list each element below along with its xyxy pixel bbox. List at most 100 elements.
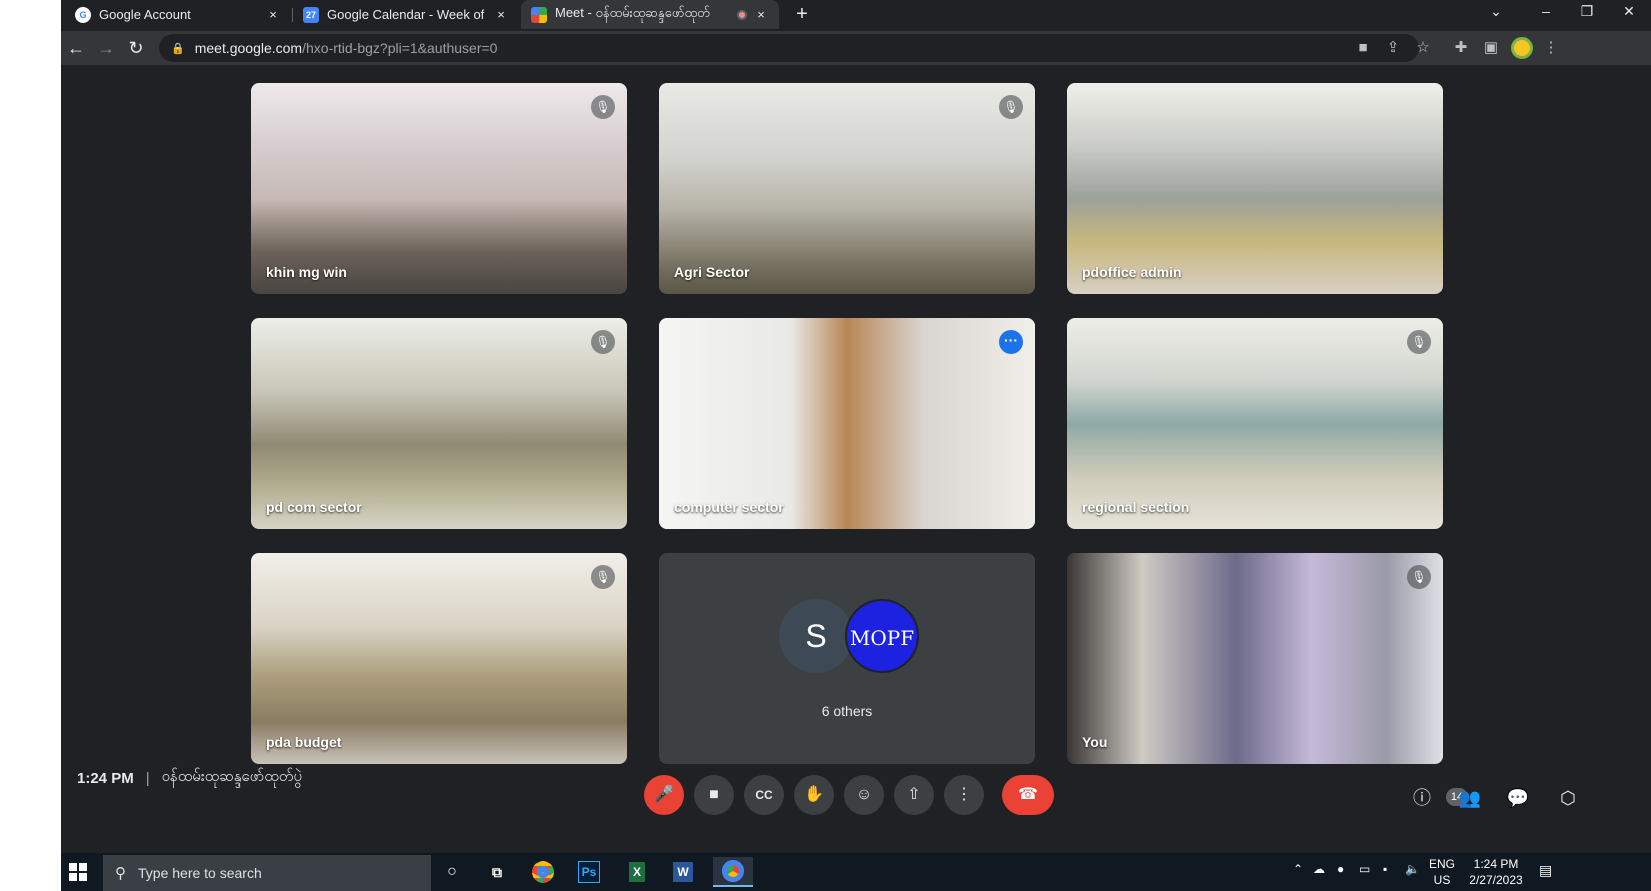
others-tile[interactable]: S MOPF 6 others	[659, 553, 1035, 764]
lock-icon: 🔒	[171, 42, 185, 55]
browser-menu-icon[interactable]: ⋮	[1539, 36, 1563, 60]
address-bar[interactable]: 🔒 meet.google.com /hxo-rtid-bgz?pli=1&au…	[159, 34, 1419, 62]
video-feed	[251, 83, 627, 294]
back-icon[interactable]: ←	[63, 35, 89, 61]
tab-google-calendar[interactable]: 27 Google Calendar - Week of Febr ×	[293, 0, 519, 29]
url-host: meet.google.com	[194, 40, 303, 56]
bookmark-star-icon[interactable]: ☆	[1411, 36, 1435, 60]
avatar: S	[779, 599, 853, 673]
camera-icon: ■	[709, 786, 719, 803]
mopf-logo-avatar: MOPF	[845, 599, 919, 673]
participant-tile[interactable]: 🎙 regional section	[1067, 318, 1443, 529]
captions-button[interactable]: CC	[744, 775, 784, 815]
windows-start-icon[interactable]	[69, 863, 87, 881]
participant-name: khin mg win	[266, 264, 347, 280]
more-options-icon[interactable]: ···	[999, 330, 1023, 354]
camera-in-use-icon[interactable]: ■	[1351, 36, 1375, 60]
mic-off-icon: 🎙	[999, 95, 1023, 119]
camera-toggle-button[interactable]: ■	[694, 775, 734, 815]
mic-off-icon: 🎙	[1407, 565, 1431, 589]
task-view-icon[interactable]: ⧉	[481, 857, 513, 887]
extensions-icon[interactable]: ✚	[1449, 36, 1473, 60]
mic-off-icon: 🎤	[654, 786, 674, 803]
search-icon: ⚲	[115, 865, 126, 882]
google-g-icon: G	[75, 6, 91, 23]
participant-name: regional section	[1082, 499, 1190, 515]
chrome-taskbar-icon[interactable]	[527, 857, 559, 887]
leave-call-button[interactable]: ☎	[1002, 775, 1054, 815]
close-tab-icon[interactable]: ×	[753, 7, 769, 22]
tab-search-icon[interactable]: ⌄	[1476, 0, 1516, 29]
network-icon[interactable]: ▭	[1359, 862, 1370, 876]
close-window-button[interactable]: ✕	[1609, 0, 1649, 29]
participant-tile[interactable]: 🎙 khin mg win	[251, 83, 627, 294]
word-icon[interactable]: W	[667, 857, 699, 887]
more-options-icon: ⋮	[956, 786, 972, 803]
participant-tile[interactable]: 🎙 pd com sector	[251, 318, 627, 529]
chrome-active-taskbar-icon[interactable]	[713, 857, 753, 887]
forward-icon[interactable]: →	[93, 35, 119, 61]
taskbar-clock[interactable]: 1:24 PM 2/27/2023	[1461, 856, 1531, 888]
emoji-icon: ☺	[855, 786, 873, 803]
tab-strip: G Google Account × 27 Google Calendar - …	[61, 0, 1651, 31]
participant-tile-active-speaker[interactable]: ··· computer sector	[659, 318, 1035, 529]
tray-app-icon[interactable]: ▪	[1383, 862, 1387, 876]
volume-icon[interactable]: 🔈	[1405, 862, 1420, 876]
mic-toggle-button[interactable]: 🎤	[644, 775, 684, 815]
mic-off-icon: 🎙	[1407, 330, 1431, 354]
restore-button[interactable]: ❐	[1567, 0, 1607, 29]
side-panel-icon[interactable]: ▣	[1479, 36, 1503, 60]
tray-app-icon[interactable]: ●	[1337, 862, 1344, 876]
info-icon[interactable]: ⓘ	[1409, 785, 1435, 811]
meeting-name: ဝန်ထမ်းထုဆန္ဒဖော်ထုတ်ပွဲ	[161, 768, 302, 785]
photoshop-icon[interactable]: Ps	[573, 857, 605, 887]
present-button[interactable]: ⇧	[894, 775, 934, 815]
mic-off-icon: 🎙	[591, 565, 615, 589]
minimize-button[interactable]: –	[1526, 0, 1566, 29]
cortana-icon[interactable]: ○	[436, 857, 468, 887]
raise-hand-button[interactable]: ✋	[794, 775, 834, 815]
participant-tile[interactable]: pdoffice admin	[1067, 83, 1443, 294]
mic-off-icon: 🎙	[591, 95, 615, 119]
people-icon[interactable]: 👥	[1457, 785, 1483, 811]
notifications-icon[interactable]: ▤	[1539, 862, 1552, 879]
tab-google-account[interactable]: G Google Account ×	[65, 0, 291, 29]
meeting-info: 1:24 PM | ဝန်ထမ်းထုဆန္ဒဖော်ထုတ်ပွဲ	[77, 767, 302, 789]
excel-icon[interactable]: X	[621, 857, 653, 887]
share-icon[interactable]: ⇪	[1381, 36, 1405, 60]
mic-off-icon: 🎙	[591, 330, 615, 354]
reload-icon[interactable]: ↻	[123, 35, 149, 61]
participant-name: pdoffice admin	[1082, 264, 1182, 280]
video-feed	[251, 553, 627, 764]
chat-icon[interactable]: 💬	[1505, 785, 1531, 811]
video-feed	[659, 318, 1035, 529]
windows-taskbar: ⚲ Type here to search ○ ⧉ Ps X W ⌃ ☁ ● ▭…	[61, 853, 1651, 891]
url-path: /hxo-rtid-bgz?pli=1&authuser=0	[302, 40, 498, 56]
participant-name: pda budget	[266, 734, 342, 750]
close-tab-icon[interactable]: ×	[493, 7, 509, 22]
participant-name: Agri Sector	[674, 264, 750, 280]
video-feed	[659, 83, 1035, 294]
self-view-tile[interactable]: 🎙 You	[1067, 553, 1443, 764]
video-feed	[1067, 83, 1443, 294]
taskbar-time: 1:24 PM	[1473, 857, 1519, 871]
language-indicator[interactable]: ENG US	[1429, 856, 1455, 888]
raise-hand-icon: ✋	[804, 786, 824, 803]
participant-tile[interactable]: 🎙 pda budget	[251, 553, 627, 764]
new-tab-button[interactable]: +	[789, 2, 815, 28]
meet-icon	[531, 6, 547, 23]
show-hidden-icons-icon[interactable]: ⌃	[1293, 862, 1303, 876]
more-options-button[interactable]: ⋮	[944, 775, 984, 815]
close-tab-icon[interactable]: ×	[265, 7, 281, 22]
hang-up-icon: ☎	[1018, 786, 1038, 803]
video-feed	[251, 318, 627, 529]
onedrive-icon[interactable]: ☁	[1313, 862, 1325, 876]
others-count-label: 6 others	[821, 703, 873, 719]
participant-tile[interactable]: 🎙 Agri Sector	[659, 83, 1035, 294]
profile-avatar[interactable]	[1511, 37, 1533, 59]
taskbar-search-box[interactable]: ⚲ Type here to search	[103, 855, 431, 891]
browser-toolbar: ← → ↻ 🔒 meet.google.com /hxo-rtid-bgz?pl…	[61, 31, 1651, 65]
emoji-button[interactable]: ☺	[844, 775, 884, 815]
tab-meet[interactable]: Meet - ဝန်ထမ်းထုဆန္ဒဖော်ထုတ် ×	[521, 0, 779, 29]
activities-icon[interactable]: ⬡	[1555, 785, 1581, 811]
